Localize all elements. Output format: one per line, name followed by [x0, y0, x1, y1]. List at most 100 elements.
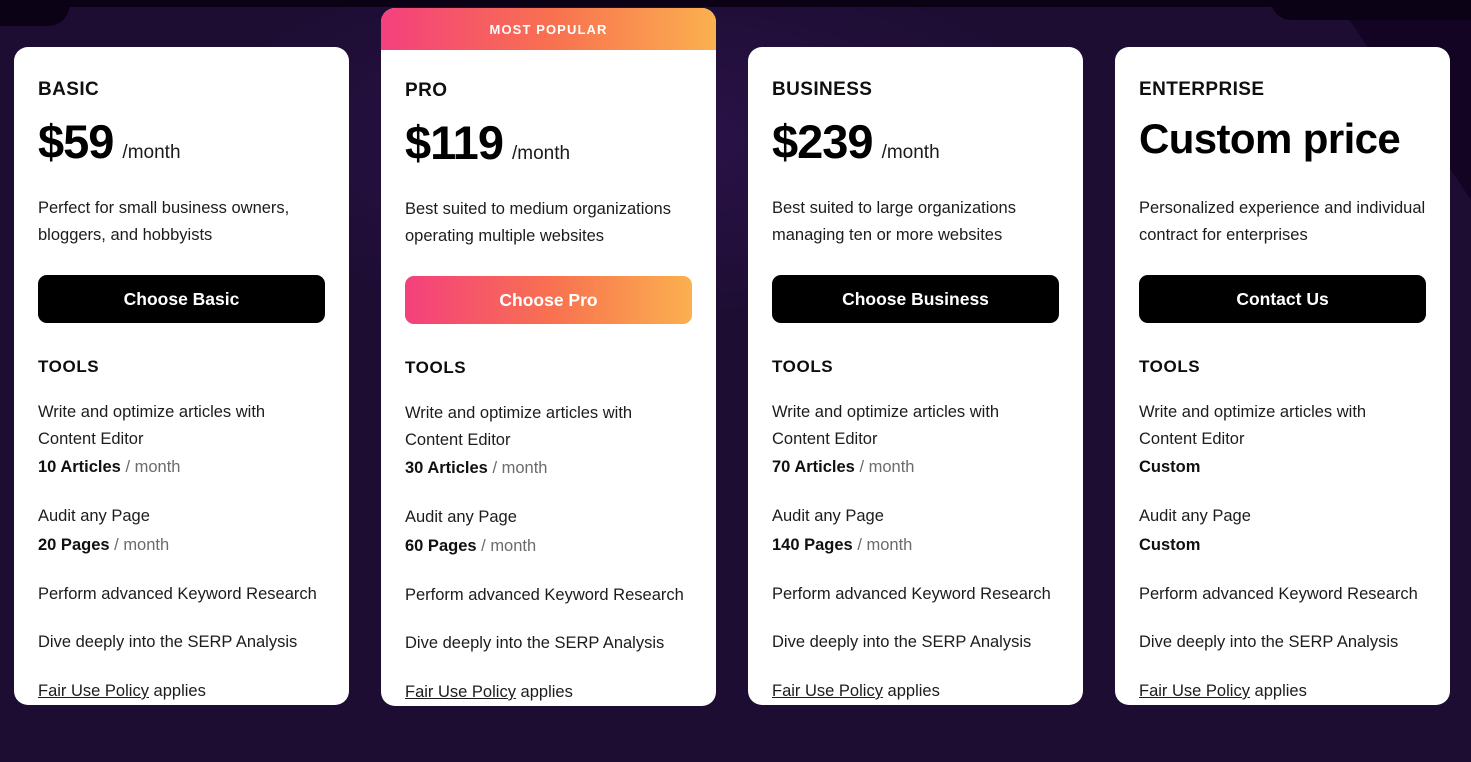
- feature-quota-value: 70 Articles: [772, 458, 855, 477]
- feature-list: Write and optimize articles with Content…: [1139, 399, 1426, 705]
- choose-plan-button-enterprise[interactable]: Contact Us: [1139, 275, 1426, 323]
- fair-use-policy-suffix: applies: [148, 682, 206, 701]
- feature-label: Dive deeply into the SERP Analysis: [1139, 633, 1399, 652]
- feature-item: Perform advanced Keyword Research: [405, 582, 692, 609]
- feature-quota-unit: / month: [487, 459, 548, 478]
- plan-description: Perfect for small business owners, blogg…: [38, 199, 290, 244]
- feature-quota-value: 20 Pages: [38, 535, 110, 554]
- feature-label: Audit any Page: [405, 508, 517, 527]
- feature-item: Audit any Page Custom: [1139, 503, 1426, 558]
- feature-quota-unit: / month: [120, 458, 181, 477]
- fair-use-policy-link[interactable]: Fair Use Policy: [405, 683, 516, 701]
- feature-quota: Custom: [1139, 532, 1426, 559]
- feature-list: Write and optimize articles with Content…: [38, 399, 325, 705]
- feature-quota: Custom: [1139, 454, 1426, 481]
- fair-use-policy-item: Fair Use Policy applies: [772, 678, 1059, 705]
- feature-item: Write and optimize articles with Content…: [772, 399, 1059, 481]
- feature-label: Dive deeply into the SERP Analysis: [405, 634, 665, 653]
- feature-label: Perform advanced Keyword Research: [38, 584, 317, 603]
- feature-item: Perform advanced Keyword Research: [38, 581, 325, 608]
- feature-label: Write and optimize articles with Content…: [772, 403, 1000, 448]
- feature-quota-value: 10 Articles: [38, 458, 121, 477]
- feature-label: Perform advanced Keyword Research: [1139, 584, 1418, 603]
- plan-name: BASIC: [38, 79, 100, 100]
- feature-label: Audit any Page: [38, 507, 150, 526]
- feature-label: Write and optimize articles with Content…: [405, 404, 633, 449]
- plan-price-row: $239/month: [772, 117, 1059, 173]
- plan-price-amount: Custom price: [1139, 115, 1401, 162]
- fair-use-policy-suffix: applies: [882, 682, 940, 701]
- features-heading: TOOLS: [772, 357, 834, 376]
- fair-use-policy-link[interactable]: Fair Use Policy: [38, 682, 149, 700]
- choose-plan-button-pro[interactable]: Choose Pro: [405, 276, 692, 324]
- pricing-card-body: BASIC $59/month Perfect for small business…: [14, 47, 349, 705]
- plan-description: Best suited to medium organizations oper…: [405, 200, 671, 245]
- feature-quota-value: Custom: [1139, 535, 1201, 554]
- fair-use-policy-link[interactable]: Fair Use Policy: [772, 682, 883, 700]
- feature-item: Audit any Page 140 Pages / month: [772, 503, 1059, 558]
- feature-quota-value: Custom: [1139, 458, 1201, 477]
- features-heading: TOOLS: [405, 358, 467, 377]
- fair-use-policy-item: Fair Use Policy applies: [38, 678, 325, 705]
- pricing-card-pro: MOST POPULAR PRO $119/month Best suited to …: [381, 8, 716, 706]
- feature-item: Dive deeply into the SERP Analysis: [38, 629, 325, 656]
- feature-label: Perform advanced Keyword Research: [772, 584, 1051, 603]
- feature-list: Write and optimize articles with Content…: [405, 400, 692, 706]
- fair-use-policy-link[interactable]: Fair Use Policy: [1139, 682, 1250, 700]
- plan-price-row: $119/month: [405, 118, 692, 174]
- plan-price-period: /month: [881, 142, 940, 163]
- feature-label: Dive deeply into the SERP Analysis: [772, 633, 1032, 652]
- feature-quota-value: 60 Pages: [405, 536, 477, 555]
- plan-name: BUSINESS: [772, 79, 873, 100]
- feature-quota-unit: / month: [109, 535, 170, 554]
- feature-item: Dive deeply into the SERP Analysis: [772, 629, 1059, 656]
- choose-plan-button-business[interactable]: Choose Business: [772, 275, 1059, 323]
- plan-price-period: /month: [122, 142, 181, 163]
- plan-price-amount: $239: [772, 115, 874, 168]
- feature-item: Perform advanced Keyword Research: [1139, 581, 1426, 608]
- plan-description: Personalized experience and individual c…: [1139, 199, 1426, 244]
- feature-item: Perform advanced Keyword Research: [772, 581, 1059, 608]
- feature-label: Audit any Page: [1139, 507, 1251, 526]
- plan-price-row: $59/month: [38, 117, 325, 173]
- feature-quota: 30 Articles / month: [405, 455, 692, 482]
- fair-use-policy-suffix: applies: [1249, 682, 1307, 701]
- feature-item: Write and optimize articles with Content…: [1139, 399, 1426, 481]
- feature-quota: 60 Pages / month: [405, 533, 692, 560]
- feature-quota-value: 30 Articles: [405, 459, 488, 478]
- plan-name: ENTERPRISE: [1139, 79, 1265, 100]
- choose-plan-button-basic[interactable]: Choose Basic: [38, 275, 325, 323]
- feature-item: Write and optimize articles with Content…: [405, 400, 692, 482]
- fair-use-policy-text: Fair Use Policy applies: [772, 678, 1059, 705]
- feature-quota: 10 Articles / month: [38, 454, 325, 481]
- fair-use-policy-suffix: applies: [515, 683, 573, 702]
- feature-quota: 70 Articles / month: [772, 454, 1059, 481]
- plan-description: Best suited to large organizations manag…: [772, 199, 1016, 244]
- fair-use-policy-text: Fair Use Policy applies: [1139, 678, 1426, 705]
- feature-label: Audit any Page: [772, 507, 884, 526]
- fair-use-policy-text: Fair Use Policy applies: [38, 678, 325, 705]
- pricing-plans-grid: BASIC $59/month Perfect for small business…: [0, 0, 1471, 706]
- feature-quota-value: 140 Pages: [772, 535, 853, 554]
- pricing-card-body: PRO $119/month Best suited to medium organ…: [381, 50, 716, 706]
- fair-use-policy-text: Fair Use Policy applies: [405, 679, 692, 706]
- features-heading: TOOLS: [1139, 357, 1201, 376]
- pricing-card-enterprise: ENTERPRISE Custom price Personalized exper…: [1115, 47, 1450, 705]
- plan-price-period: /month: [511, 143, 571, 164]
- feature-item: Dive deeply into the SERP Analysis: [1139, 629, 1426, 656]
- pricing-card-body: ENTERPRISE Custom price Personalized exper…: [1115, 47, 1450, 705]
- feature-label: Dive deeply into the SERP Analysis: [38, 633, 298, 652]
- features-heading: TOOLS: [38, 357, 100, 376]
- feature-item: Dive deeply into the SERP Analysis: [405, 630, 692, 657]
- feature-item: Write and optimize articles with Content…: [38, 399, 325, 481]
- plan-price-row: Custom price: [1139, 115, 1426, 173]
- fair-use-policy-item: Fair Use Policy applies: [1139, 678, 1426, 705]
- pricing-card-business: BUSINESS $239/month Best suited to large o…: [748, 47, 1083, 705]
- feature-quota: 20 Pages / month: [38, 532, 325, 559]
- plan-price-amount: $59: [38, 115, 114, 168]
- pricing-card-body: BUSINESS $239/month Best suited to large o…: [748, 47, 1083, 705]
- feature-label: Write and optimize articles with Content…: [1139, 403, 1367, 448]
- feature-quota: 140 Pages / month: [772, 532, 1059, 559]
- pricing-card-basic: BASIC $59/month Perfect for small business…: [14, 47, 349, 705]
- feature-list: Write and optimize articles with Content…: [772, 399, 1059, 705]
